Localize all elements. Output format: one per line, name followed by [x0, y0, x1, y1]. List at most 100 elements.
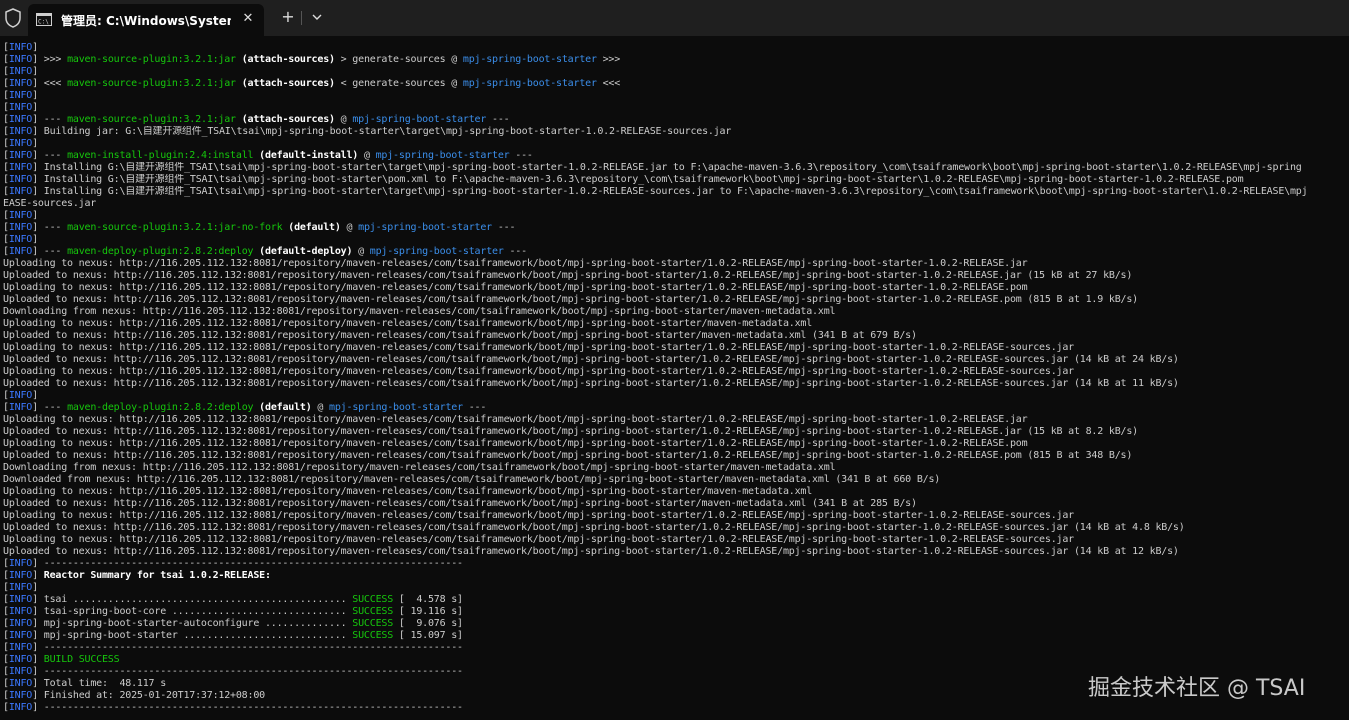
- terminal-line: [INFO] >>> maven-source-plugin:3.2.1:jar…: [3, 54, 1349, 66]
- log-text: [ 4.578 s]: [393, 594, 463, 605]
- bracket: ]: [32, 630, 44, 641]
- log-text: [ 19.116 s]: [393, 606, 463, 617]
- log-text: Installing G:\自建开源组件_TSAI\tsai\mpj-sprin…: [43, 174, 1244, 185]
- log-text: SUCCESS: [352, 594, 394, 605]
- log-text: (default): [288, 222, 341, 233]
- log-text: ---: [486, 114, 510, 125]
- terminal-line: [INFO] --- maven-source-plugin:3.2.1:jar…: [3, 222, 1349, 234]
- terminal-line: [INFO]: [3, 102, 1349, 114]
- terminal-line: Uploaded to nexus: http://116.205.112.13…: [3, 270, 1349, 282]
- terminal-line: Uploaded to nexus: http://116.205.112.13…: [3, 522, 1349, 534]
- log-text: SUCCESS: [352, 618, 394, 629]
- log-text: maven-source-plugin:3.2.1:jar: [67, 78, 236, 89]
- log-text: ----------------------------------------…: [43, 558, 463, 569]
- log-text: (attach-sources): [241, 114, 335, 125]
- log-text: mpj-spring-boot-starter: [329, 402, 463, 413]
- bracket: ]: [32, 234, 44, 245]
- log-level: INFO: [8, 630, 33, 641]
- log-text: (default-deploy): [259, 246, 353, 257]
- chevron-down-icon[interactable]: [309, 7, 325, 27]
- terminal-line: [INFO] Reactor Summary for tsai 1.0.2-RE…: [3, 570, 1349, 582]
- log-text: Installing G:\自建开源组件_TSAI\tsai\mpj-sprin…: [43, 162, 1302, 173]
- log-text: Uploading to nexus: http://116.205.112.1…: [3, 438, 1028, 449]
- log-text: [ 15.097 s]: [393, 630, 463, 641]
- log-text: > generate-sources @: [334, 54, 463, 65]
- bracket: ]: [32, 666, 44, 677]
- log-text: Uploaded to nexus: http://116.205.112.13…: [3, 426, 1138, 437]
- log-text: tsai-spring-boot-core ..................…: [43, 606, 353, 617]
- bracket: ]: [32, 594, 44, 605]
- log-level: INFO: [8, 666, 33, 677]
- terminal-line: Uploaded to nexus: http://116.205.112.13…: [3, 426, 1349, 438]
- terminal-line: [INFO] tsai-spring-boot-core ...........…: [3, 606, 1349, 618]
- bracket: ]: [32, 642, 44, 653]
- terminal-line: [INFO]: [3, 66, 1349, 78]
- terminal-line: Uploading to nexus: http://116.205.112.1…: [3, 510, 1349, 522]
- log-level: INFO: [8, 570, 33, 581]
- close-icon[interactable]: ✕: [238, 9, 258, 29]
- log-text: Uploaded to nexus: http://116.205.112.13…: [3, 378, 1179, 389]
- bracket: ]: [32, 114, 44, 125]
- log-text: Downloading from nexus: http://116.205.1…: [3, 462, 836, 473]
- log-text: @: [352, 246, 370, 257]
- terminal-line: Uploaded to nexus: http://116.205.112.13…: [3, 330, 1349, 342]
- terminal-output[interactable]: [INFO] [INFO] >>> maven-source-plugin:3.…: [3, 42, 1349, 720]
- new-tab-button[interactable]: +: [278, 7, 298, 27]
- terminal-line: [INFO] Installing G:\自建开源组件_TSAI\tsai\mp…: [3, 174, 1349, 186]
- bracket: ]: [32, 150, 44, 161]
- terminal-line: Uploaded to nexus: http://116.205.112.13…: [3, 294, 1349, 306]
- svg-text:C:\: C:\: [38, 19, 49, 26]
- log-level: INFO: [8, 54, 33, 65]
- log-level: INFO: [8, 642, 33, 653]
- terminal-line: EASE-sources.jar: [3, 198, 1349, 210]
- log-text: Uploaded to nexus: http://116.205.112.13…: [3, 294, 1138, 305]
- tab-terminal[interactable]: C:\ 管理员: C:\Windows\System32 ✕: [28, 4, 264, 36]
- shield-icon: [5, 8, 21, 28]
- log-text: mpj-spring-boot-starter: [462, 54, 597, 65]
- terminal-line: [INFO]: [3, 234, 1349, 246]
- bracket: ]: [32, 186, 44, 197]
- terminal-line: Uploading to nexus: http://116.205.112.1…: [3, 282, 1349, 294]
- bracket: ]: [32, 558, 44, 569]
- log-text: Building jar: G:\自建开源组件_TSAI\tsai\mpj-sp…: [43, 126, 732, 137]
- log-text: ----------------------------------------…: [43, 642, 463, 653]
- terminal-line: Downloaded from nexus: http://116.205.11…: [3, 474, 1349, 486]
- tab-title: 管理员: C:\Windows\System32: [61, 14, 231, 28]
- bracket: ]: [32, 618, 44, 629]
- log-text: (attach-sources): [241, 78, 335, 89]
- command-prompt-icon: C:\: [36, 13, 52, 26]
- terminal-line: [INFO]: [3, 210, 1349, 222]
- log-text: Reactor Summary for tsai 1.0.2-RELEASE:: [43, 570, 271, 581]
- terminal-line: Uploaded to nexus: http://116.205.112.13…: [3, 450, 1349, 462]
- log-level: INFO: [8, 186, 33, 197]
- terminal-line: [INFO] BUILD SUCCESS: [3, 654, 1349, 666]
- terminal-line: Uploading to nexus: http://116.205.112.1…: [3, 366, 1349, 378]
- bracket: ]: [32, 390, 44, 401]
- log-level: INFO: [8, 618, 33, 629]
- terminal-line: Uploading to nexus: http://116.205.112.1…: [3, 438, 1349, 450]
- log-text: Uploading to nexus: http://116.205.112.1…: [3, 414, 1028, 425]
- log-text: >>>: [43, 54, 68, 65]
- log-text: maven-install-plugin:2.4:install: [67, 150, 254, 161]
- log-text: Total time: 48.117 s: [43, 678, 167, 689]
- log-level: INFO: [8, 114, 33, 125]
- log-level: INFO: [8, 690, 33, 701]
- log-text: maven-deploy-plugin:2.8.2:deploy: [67, 402, 254, 413]
- terminal-line: [INFO]: [3, 390, 1349, 402]
- log-text: maven-source-plugin:3.2.1:jar: [67, 54, 236, 65]
- log-level: INFO: [8, 702, 33, 713]
- bracket: ]: [32, 42, 44, 53]
- log-level: INFO: [8, 162, 33, 173]
- log-text: SUCCESS: [352, 606, 394, 617]
- terminal-line: Uploaded to nexus: http://116.205.112.13…: [3, 546, 1349, 558]
- bracket: ]: [32, 690, 44, 701]
- log-text: (default-install): [259, 150, 359, 161]
- log-text: Uploaded to nexus: http://116.205.112.13…: [3, 522, 1185, 533]
- bracket: ]: [32, 162, 44, 173]
- terminal-line: [INFO] ---------------------------------…: [3, 642, 1349, 654]
- log-level: INFO: [8, 78, 33, 89]
- log-text: Uploaded to nexus: http://116.205.112.13…: [3, 330, 917, 341]
- log-text: Uploaded to nexus: http://116.205.112.13…: [3, 354, 1179, 365]
- log-text: [ 9.076 s]: [393, 618, 463, 629]
- log-text: ---: [503, 246, 527, 257]
